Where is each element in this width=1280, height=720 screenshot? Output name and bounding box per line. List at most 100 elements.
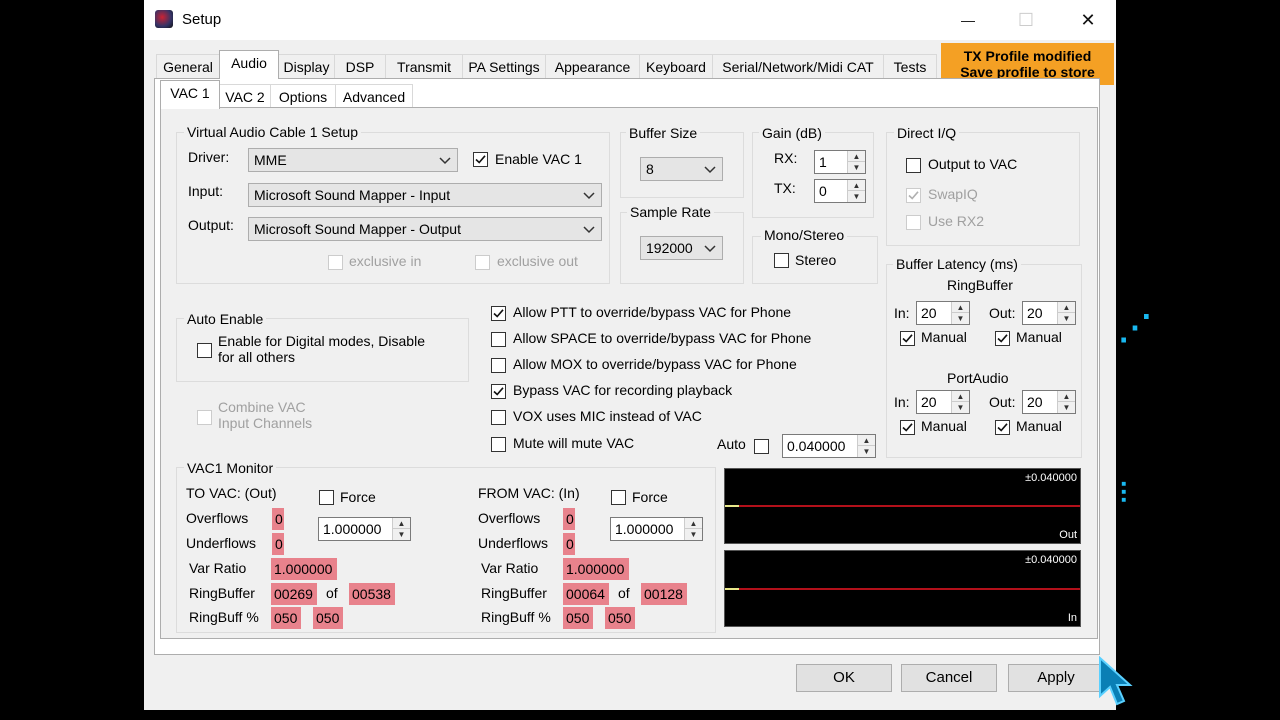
in-scope: ±0.040000 In <box>724 550 1081 627</box>
tab-dsp[interactable]: DSP <box>334 54 386 79</box>
auto-value-stepper[interactable]: 0.040000 ▲ ▼ <box>782 434 876 458</box>
spin-buttons[interactable]: ▲ ▼ <box>857 435 875 457</box>
auto-checkbox[interactable] <box>754 439 769 454</box>
driver-select[interactable]: MME <box>248 148 458 172</box>
spin-buttons[interactable]: ▲ ▼ <box>392 518 410 540</box>
mono-stereo-title: Mono/Stereo <box>761 227 848 243</box>
subtab-advanced[interactable]: Advanced <box>335 84 413 109</box>
ring-manual-in-checkbox[interactable] <box>900 331 915 346</box>
auto-enable-line-2: for all others <box>218 349 296 365</box>
to-vac-ringbuff-pct-label: RingBuff % <box>189 609 259 625</box>
allow-space-checkbox[interactable] <box>491 332 506 347</box>
to-vac-ratio-value: 1.000000 <box>323 521 382 537</box>
close-icon[interactable]: ✕ <box>1074 8 1102 32</box>
vox-mic-checkbox[interactable] <box>491 410 506 425</box>
tab-appearance[interactable]: Appearance <box>545 54 640 79</box>
to-vac-pct-a: 050 <box>271 607 301 629</box>
buffer-size-select[interactable]: 8 <box>640 157 723 181</box>
from-vac-underflows-value: 0 <box>563 533 575 555</box>
from-vac-title: FROM VAC: (In) <box>478 485 580 501</box>
mute-vac-checkbox[interactable] <box>491 437 506 452</box>
chevron-down-icon <box>583 192 595 200</box>
ring-out-stepper[interactable]: 20 ▲ ▼ <box>1022 301 1076 325</box>
spin-buttons[interactable]: ▲ ▼ <box>847 151 865 173</box>
stereo-checkbox[interactable] <box>774 253 789 268</box>
rx-gain-label: RX: <box>774 150 798 166</box>
spin-buttons[interactable]: ▲ ▼ <box>951 391 969 413</box>
tab-tests[interactable]: Tests <box>883 54 937 79</box>
sample-rate-select[interactable]: 192000 <box>640 236 723 260</box>
spin-buttons[interactable]: ▲ ▼ <box>684 518 702 540</box>
to-vac-var-ratio-value: 1.000000 <box>271 558 337 580</box>
from-vac-overflows-label: Overflows <box>478 510 541 526</box>
to-vac-force-checkbox[interactable] <box>319 490 334 505</box>
maximize-icon[interactable]: ☐ <box>1012 8 1040 32</box>
tab-general[interactable]: General <box>156 54 220 79</box>
output-select[interactable]: Microsoft Sound Mapper - Output <box>248 217 602 241</box>
use-rx2-label: Use RX2 <box>928 213 985 229</box>
port-in-stepper[interactable]: 20 ▲ ▼ <box>916 390 970 414</box>
subtab-vac2[interactable]: VAC 2 <box>219 84 271 109</box>
minimize-icon[interactable]: — <box>954 8 982 32</box>
apply-button[interactable]: Apply <box>1008 664 1104 692</box>
ring-manual-out-checkbox[interactable] <box>995 331 1010 346</box>
to-vac-ring-b: 00538 <box>349 583 395 605</box>
port-in-label: In: <box>894 394 910 410</box>
to-vac-overflows-value: 0 <box>272 508 284 530</box>
rx-gain-stepper[interactable]: 1 ▲ ▼ <box>814 150 866 174</box>
exclusive-out-checkbox <box>475 255 490 270</box>
ring-in-stepper[interactable]: 20 ▲ ▼ <box>916 301 970 325</box>
from-vac-pct-a: 050 <box>563 607 593 629</box>
auto-label: Auto <box>717 436 746 452</box>
subtab-vac1[interactable]: VAC 1 <box>160 80 220 109</box>
tab-pa-settings[interactable]: PA Settings <box>462 54 546 79</box>
chevron-down-icon <box>704 245 716 253</box>
ring-in-value: 20 <box>921 305 937 321</box>
ok-button[interactable]: OK <box>796 664 892 692</box>
allow-mox-checkbox[interactable] <box>491 358 506 373</box>
chevron-down-icon <box>704 166 716 174</box>
input-label: Input: <box>188 183 224 199</box>
tab-display[interactable]: Display <box>278 54 335 79</box>
tx-gain-stepper[interactable]: 0 ▲ ▼ <box>814 179 866 203</box>
port-manual-out-label: Manual <box>1016 418 1062 434</box>
bypass-vac-label: Bypass VAC for recording playback <box>513 382 733 398</box>
to-vac-underflows-label: Underflows <box>186 535 257 551</box>
tab-serial-network-midi-cat[interactable]: Serial/Network/Midi CAT <box>712 54 884 79</box>
to-vac-title: TO VAC: (Out) <box>186 485 277 501</box>
tab-keyboard[interactable]: Keyboard <box>639 54 713 79</box>
from-vac-force-checkbox[interactable] <box>611 490 626 505</box>
cancel-button[interactable]: Cancel <box>901 664 997 692</box>
ring-manual-in-label: Manual <box>921 329 967 345</box>
input-select[interactable]: Microsoft Sound Mapper - Input <box>248 183 602 207</box>
port-manual-in-checkbox[interactable] <box>900 420 915 435</box>
spin-buttons[interactable]: ▲ ▼ <box>1057 391 1075 413</box>
combine-vac-line-2: Input Channels <box>218 415 313 431</box>
from-vac-ratio-stepper[interactable]: 1.000000 ▲ ▼ <box>610 517 703 541</box>
output-to-vac-checkbox[interactable] <box>906 158 921 173</box>
bypass-vac-checkbox[interactable] <box>491 384 506 399</box>
spin-buttons[interactable]: ▲ ▼ <box>951 302 969 324</box>
enable-vac1-checkbox[interactable] <box>473 152 488 167</box>
buffer-size-value: 8 <box>646 161 654 177</box>
output-to-vac-label: Output to VAC <box>928 156 1018 172</box>
spin-buttons[interactable]: ▲ ▼ <box>1057 302 1075 324</box>
spin-buttons[interactable]: ▲ ▼ <box>847 180 865 202</box>
to-vac-underflows-value: 0 <box>272 533 284 555</box>
subtab-options[interactable]: Options <box>270 84 336 109</box>
out-scope-marker <box>725 505 739 507</box>
background-cursor-art-2: ⫶ <box>1120 478 1128 509</box>
out-scope: ±0.040000 Out <box>724 468 1081 544</box>
ring-in-label: In: <box>894 305 910 321</box>
to-vac-ratio-stepper[interactable]: 1.000000 ▲ ▼ <box>318 517 411 541</box>
tab-audio[interactable]: Audio <box>219 50 279 79</box>
tab-transmit[interactable]: Transmit <box>385 54 463 79</box>
port-manual-out-checkbox[interactable] <box>995 420 1010 435</box>
allow-ptt-checkbox[interactable] <box>491 306 506 321</box>
gain-title: Gain (dB) <box>759 125 825 141</box>
to-vac-of-label: of <box>326 585 338 601</box>
from-vac-underflows-label: Underflows <box>478 535 549 551</box>
buffer-size-title: Buffer Size <box>626 125 701 141</box>
auto-enable-checkbox[interactable] <box>197 343 212 358</box>
port-out-stepper[interactable]: 20 ▲ ▼ <box>1022 390 1076 414</box>
